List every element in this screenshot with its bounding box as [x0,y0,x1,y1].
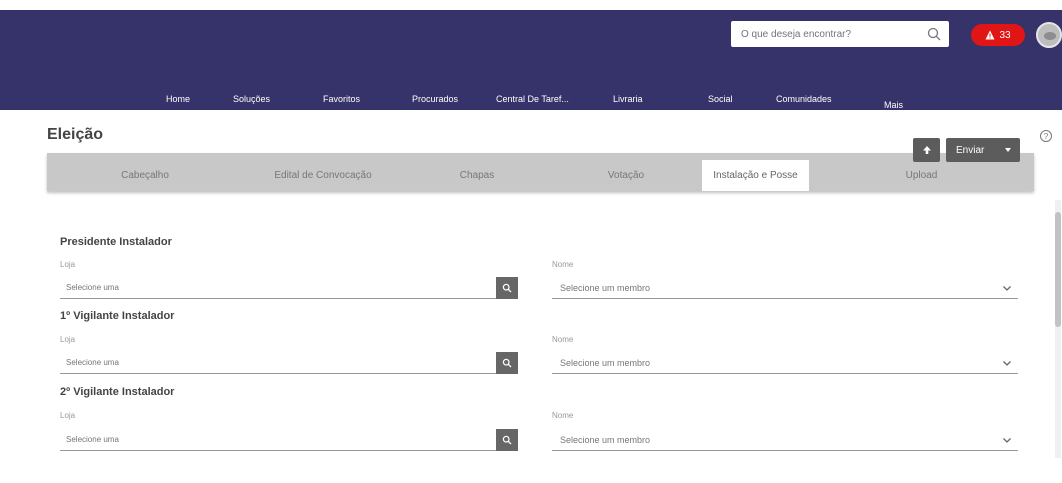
search-lookup-icon [502,435,512,445]
section-title-presidente: Presidente Instalador [60,236,172,248]
alerts-button[interactable]: 33 [971,24,1025,46]
page-title: Eleição [47,126,104,143]
loja-label: Loja [60,260,76,269]
nav-social[interactable]: Social [708,94,733,104]
nav-comunidades[interactable]: Comunidades [776,94,832,104]
send-button[interactable]: Enviar [946,138,1020,162]
nome-select-value: Selecione um membro [560,434,651,445]
search-lookup-icon [502,283,512,293]
tab-edital-de-convocacao[interactable]: Edital de Convocação [243,160,403,191]
nav-home[interactable]: Home [166,94,190,104]
nav-procurados[interactable]: Procurados [412,94,458,104]
search-lookup-icon [502,358,512,368]
tab-chapas[interactable]: Chapas [403,160,551,191]
search-input[interactable] [731,21,911,47]
scrollbar-thumb[interactable] [1055,212,1061,327]
loja-search-button[interactable] [496,352,518,374]
section-title-2-vigilante: 2º Vigilante Instalador [60,386,175,398]
tab-votacao[interactable]: Votação [551,160,701,191]
scrollbar[interactable] [1055,200,1061,458]
nome-select-value: Selecione um membro [560,357,651,368]
help-icon[interactable]: ? [1040,130,1052,142]
chevron-down-icon [1003,286,1011,291]
section-title-1-vigilante: 1º Vigilante Instalador [60,310,175,322]
tab-instalacao-e-posse[interactable]: Instalação e Posse [702,160,809,191]
upload-button[interactable] [913,138,940,162]
tab-upload[interactable]: Upload [809,160,1034,191]
tab-cabecalho[interactable]: Cabeçalho [47,160,243,191]
chevron-down-icon [1003,361,1011,366]
nome-select-2-vigilante[interactable]: Selecione um membro [552,429,1018,451]
nav-central-de-tarefas[interactable]: Central De Taref... [496,94,569,104]
global-search[interactable] [731,21,949,47]
loja-search-button[interactable] [496,277,518,299]
main-nav: Home Soluções Favoritos Procurados Centr… [0,94,1062,114]
send-button-label: Enviar [956,144,985,156]
alert-icon [985,30,995,40]
loja-input[interactable] [60,277,496,298]
loja-input[interactable] [60,429,496,450]
search-icon[interactable] [926,26,942,42]
nome-select-presidente[interactable]: Selecione um membro [552,277,1018,299]
loja-lookup-2-vigilante [60,429,518,451]
nome-select-value: Selecione um membro [560,282,651,293]
nome-label: Nome [552,411,574,420]
nav-livraria[interactable]: Livraria [613,94,643,104]
loja-label: Loja [60,411,76,420]
nome-label: Nome [552,335,574,344]
arrow-up-icon [922,146,931,154]
nav-favoritos[interactable]: Favoritos [323,94,360,104]
alert-count: 33 [999,29,1011,41]
nav-mais[interactable]: Mais [884,100,903,110]
loja-lookup-presidente [60,277,518,299]
loja-lookup-1-vigilante [60,352,518,374]
loja-search-button[interactable] [496,429,518,451]
nav-solucoes[interactable]: Soluções [233,94,270,104]
loja-label: Loja [60,335,76,344]
caret-down-icon [1005,148,1011,152]
avatar[interactable] [1036,22,1062,48]
chevron-down-icon [1003,438,1011,443]
tab-bar: Cabeçalho Edital de Convocação Chapas Vo… [47,153,1034,191]
nome-select-1-vigilante[interactable]: Selecione um membro [552,352,1018,374]
nome-label: Nome [552,260,574,269]
top-header: 33 Home Soluções Favoritos Procurados Ce… [0,10,1062,110]
loja-input[interactable] [60,352,496,373]
page: 33 Home Soluções Favoritos Procurados Ce… [0,0,1062,483]
